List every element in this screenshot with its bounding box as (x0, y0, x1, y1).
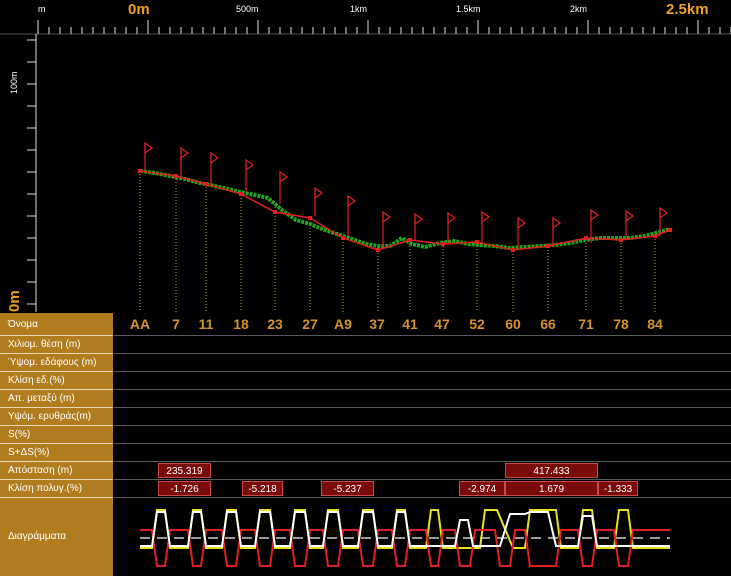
row-label-polygon-slope: Κλίση πολυγ.(%) (0, 480, 113, 498)
station-name[interactable]: 27 (292, 316, 328, 332)
row-label-diagrams: Διαγράμματα (0, 498, 113, 576)
row-bg (114, 408, 731, 426)
station-flag (590, 208, 600, 222)
curvature-diagram[interactable] (114, 499, 731, 576)
polygon-slope-value[interactable]: -1.333 (598, 481, 638, 496)
station-name[interactable]: 11 (188, 316, 224, 332)
row-bg (114, 372, 731, 390)
station-name[interactable]: AA (122, 316, 158, 332)
row-bg (114, 354, 731, 372)
vertex-marker (174, 174, 178, 178)
station-name[interactable]: 66 (530, 316, 566, 332)
vertex-marker (204, 182, 208, 186)
ruler-label-m: m (38, 4, 46, 14)
station-flag (347, 194, 357, 208)
station-flag (382, 210, 392, 224)
station-flag (210, 151, 220, 165)
station-name[interactable]: 37 (359, 316, 395, 332)
vertex-marker (511, 248, 515, 252)
ruler-label-500m: 500m (236, 4, 259, 14)
row-label-ground-slope: Κλίση εδ.(%) (0, 372, 113, 390)
station-name[interactable]: 60 (495, 316, 531, 332)
profile-view[interactable]: m 0m 500m 1km 1.5km 2km 2.5km 100m 0m (0, 0, 731, 312)
station-name[interactable]: 52 (459, 316, 495, 332)
ruler-label-1km: 1km (350, 4, 367, 14)
ruler-label-1-5km: 1.5km (456, 4, 481, 14)
top-ruler (0, 20, 731, 35)
polygon-slope-value[interactable]: -1.726 (158, 481, 211, 496)
vertex-marker (475, 240, 479, 244)
station-name[interactable]: 41 (392, 316, 428, 332)
vertex-marker (408, 238, 412, 242)
station-flag (144, 141, 154, 155)
station-flag (625, 209, 635, 223)
ruler-label-0m: 0m (128, 1, 150, 18)
station-flag (245, 158, 255, 172)
vertex-marker (239, 192, 243, 196)
vertex-marker (653, 234, 657, 238)
vertex-marker (619, 238, 623, 242)
station-name[interactable]: A9 (325, 316, 361, 332)
row-label-s: S(%) (0, 426, 113, 444)
station-flag (279, 170, 289, 184)
row-label-ground-elevation: Ύψομ. εδάφους (m) (0, 354, 113, 372)
vertex-marker (341, 236, 345, 240)
row-label-distance: Απόσταση (m) (0, 462, 113, 480)
vertex-marker (273, 210, 277, 214)
ruler-label-2-5km: 2.5km (666, 1, 709, 18)
row-bg (114, 426, 731, 444)
station-name[interactable]: 23 (257, 316, 293, 332)
station-flag (481, 210, 491, 224)
row-label-red-elevation: Υψόμ. ερυθράς(m) (0, 408, 113, 426)
row-bg (114, 390, 731, 408)
station-flag (552, 216, 562, 230)
vertex-marker (138, 169, 142, 173)
station-flag (447, 211, 457, 225)
vertex-marker (584, 236, 588, 240)
vertex-marker (546, 244, 550, 248)
distance-value[interactable]: 235.319 (158, 463, 211, 478)
station-flag (180, 146, 190, 160)
station-flag (517, 216, 527, 230)
ruler-label-2km: 2km (570, 4, 587, 14)
station-name[interactable]: 47 (424, 316, 460, 332)
polygon-slope-value[interactable]: 1.679 (505, 481, 598, 496)
station-flag (659, 206, 669, 220)
station-name[interactable]: 78 (603, 316, 639, 332)
station-name[interactable]: 84 (637, 316, 673, 332)
vertex-marker (376, 248, 380, 252)
station-flag (314, 186, 324, 200)
station-flags (144, 141, 669, 248)
vertex-marker (441, 242, 445, 246)
vertex-marker (668, 228, 672, 232)
polygon-slope-value[interactable]: -5.237 (321, 481, 374, 496)
station-name[interactable]: 71 (568, 316, 604, 332)
station-name[interactable]: 18 (223, 316, 259, 332)
distance-value[interactable]: 417.433 (505, 463, 598, 478)
row-label-chainage: Χιλιομ. θέση (m) (0, 336, 113, 354)
vruler-label-0m: 0m (6, 290, 23, 312)
row-bg (114, 336, 731, 354)
row-bg (114, 444, 731, 462)
station-flag (414, 212, 424, 226)
polygon-slope-value[interactable]: -2.974 (459, 481, 505, 496)
vruler-label-100m: 100m (9, 71, 19, 94)
left-ruler (27, 34, 37, 312)
polygon-slope-value[interactable]: -5.218 (242, 481, 283, 496)
row-label-partial-distance: Απ. μεταξύ (m) (0, 390, 113, 408)
vertex-marker (308, 216, 312, 220)
row-label-name: Όνομα (0, 313, 113, 336)
row-label-s-delta: S+ΔS(%) (0, 444, 113, 462)
